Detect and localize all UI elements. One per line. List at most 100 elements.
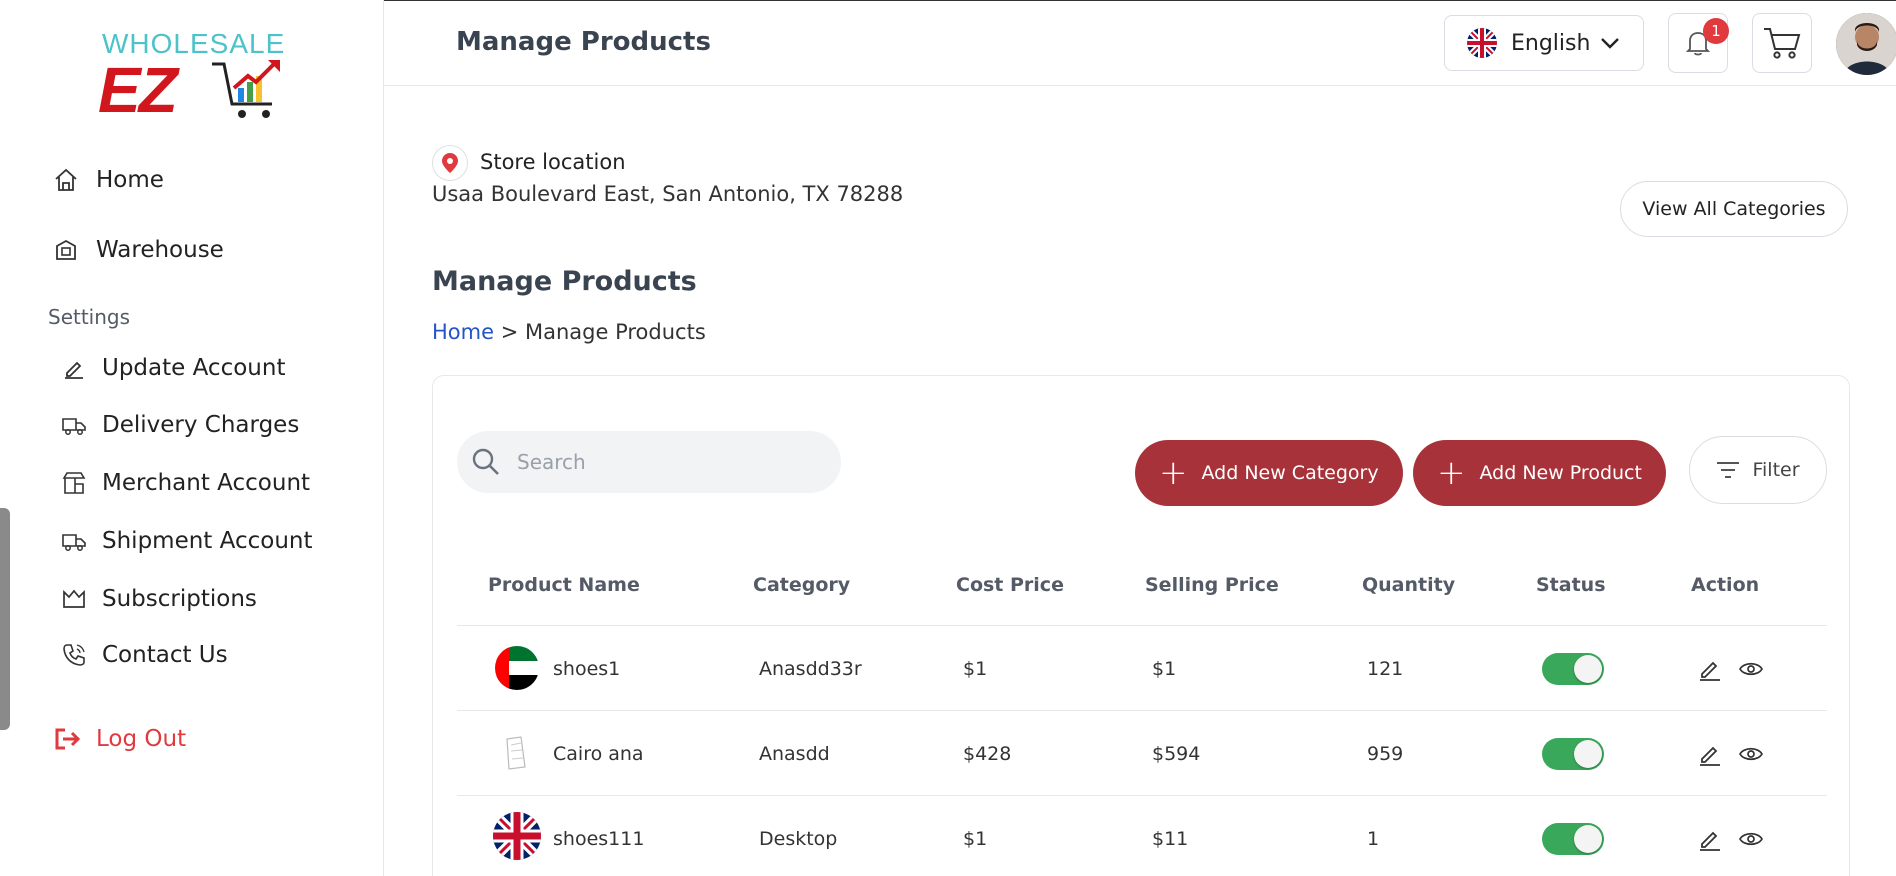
sidebar-item-label: Warehouse bbox=[96, 237, 224, 263]
notification-count-badge: 1 bbox=[1703, 18, 1729, 44]
cell-quantity: 121 bbox=[1367, 658, 1404, 680]
search-box[interactable] bbox=[457, 431, 841, 493]
product-image-uk-flag bbox=[493, 812, 541, 860]
column-header-quantity: Quantity bbox=[1362, 574, 1456, 596]
cell-category: Anasdd bbox=[759, 743, 830, 765]
breadcrumb-current: Manage Products bbox=[525, 320, 706, 344]
filter-button[interactable]: Filter bbox=[1689, 436, 1827, 504]
cart-button[interactable] bbox=[1752, 13, 1812, 73]
column-header-category: Category bbox=[753, 574, 851, 596]
cell-selling-price: $594 bbox=[1152, 743, 1201, 765]
sidebar-item-label: Contact Us bbox=[102, 642, 228, 668]
brand-logo[interactable]: WHOLESALE EZ bbox=[98, 28, 284, 124]
products-card: + Add New Category + Add New Product Fil… bbox=[432, 375, 1850, 876]
product-image-sketch bbox=[495, 731, 539, 775]
crown-icon bbox=[60, 585, 88, 613]
column-header-selling-price: Selling Price bbox=[1145, 574, 1279, 596]
logout-label: Log Out bbox=[96, 726, 187, 752]
sidebar-item-merchant-account[interactable]: Merchant Account bbox=[60, 463, 310, 503]
edit-icon[interactable] bbox=[1697, 656, 1723, 682]
view-eye-icon[interactable] bbox=[1739, 830, 1763, 848]
truck-icon bbox=[60, 527, 88, 555]
language-selector[interactable]: English bbox=[1444, 15, 1644, 71]
sidebar-item-home[interactable]: Home bbox=[52, 160, 164, 200]
header-title: Manage Products bbox=[456, 27, 711, 57]
filter-icon bbox=[1717, 462, 1740, 478]
user-avatar[interactable] bbox=[1836, 13, 1896, 75]
view-eye-icon[interactable] bbox=[1739, 745, 1763, 763]
warehouse-icon bbox=[52, 236, 80, 264]
add-new-product-label: Add New Product bbox=[1479, 462, 1642, 484]
cell-quantity: 959 bbox=[1367, 743, 1404, 765]
phone-icon bbox=[60, 641, 88, 669]
language-label: English bbox=[1511, 30, 1591, 56]
cell-quantity: 1 bbox=[1367, 828, 1380, 850]
avatar-image bbox=[1836, 13, 1896, 75]
cell-cost-price: $1 bbox=[963, 658, 988, 680]
notifications-button[interactable]: 1 bbox=[1668, 13, 1729, 73]
column-header-status: Status bbox=[1536, 574, 1606, 596]
column-header-action: Action bbox=[1691, 574, 1760, 596]
cell-selling-price: $11 bbox=[1152, 828, 1189, 850]
status-toggle[interactable] bbox=[1542, 823, 1604, 855]
store-icon bbox=[60, 469, 88, 497]
sidebar: WHOLESALE EZ Home Warehouse Settings Upd… bbox=[0, 0, 384, 876]
home-icon bbox=[52, 166, 80, 194]
column-header-product-name: Product Name bbox=[488, 574, 640, 596]
product-image-uae-flag bbox=[495, 646, 539, 690]
sidebar-item-update-account[interactable]: Update Account bbox=[60, 348, 285, 388]
breadcrumb: Home > Manage Products bbox=[432, 320, 706, 344]
search-icon bbox=[472, 448, 499, 475]
row-divider bbox=[457, 795, 1827, 796]
view-all-categories-button[interactable]: View All Categories bbox=[1620, 181, 1848, 237]
cell-cost-price: $428 bbox=[963, 743, 1012, 765]
chevron-down-icon bbox=[1599, 32, 1621, 60]
status-toggle[interactable] bbox=[1542, 738, 1604, 770]
sidebar-item-label: Delivery Charges bbox=[102, 412, 300, 438]
settings-section-label: Settings bbox=[48, 305, 131, 329]
sidebar-item-label: Update Account bbox=[102, 355, 286, 381]
view-eye-icon[interactable] bbox=[1739, 660, 1763, 678]
truck-icon bbox=[60, 411, 88, 439]
sidebar-item-label: Home bbox=[96, 167, 164, 193]
plus-icon: + bbox=[1437, 453, 1466, 493]
store-address: Usaa Boulevard East, San Antonio, TX 782… bbox=[432, 182, 904, 206]
logo-mark: EZ bbox=[98, 54, 178, 126]
logout-button[interactable]: Log Out bbox=[52, 724, 186, 754]
search-input[interactable] bbox=[517, 450, 817, 474]
breadcrumb-separator: > bbox=[500, 320, 519, 344]
uk-flag-icon bbox=[1467, 28, 1497, 58]
cell-selling-price: $1 bbox=[1152, 658, 1177, 680]
cart-chart-logo-icon bbox=[212, 60, 280, 118]
breadcrumb-home-link[interactable]: Home bbox=[432, 320, 494, 344]
cell-category: Anasdd33r bbox=[759, 658, 862, 680]
sidebar-item-subscriptions[interactable]: Subscriptions bbox=[60, 579, 257, 619]
sidebar-item-delivery-charges[interactable]: Delivery Charges bbox=[60, 405, 299, 445]
top-header: Manage Products English 1 bbox=[384, 0, 1896, 86]
plus-icon: + bbox=[1159, 453, 1188, 493]
sidebar-scrollbar[interactable] bbox=[0, 508, 10, 730]
cart-icon bbox=[1764, 28, 1801, 59]
logout-icon bbox=[52, 724, 82, 754]
edit-icon[interactable] bbox=[1697, 826, 1723, 852]
column-header-cost-price: Cost Price bbox=[956, 574, 1064, 596]
filter-label: Filter bbox=[1752, 459, 1800, 481]
sidebar-item-warehouse[interactable]: Warehouse bbox=[52, 230, 224, 270]
row-divider bbox=[457, 710, 1827, 711]
sidebar-item-label: Merchant Account bbox=[102, 470, 311, 496]
store-location-label: Store location bbox=[480, 150, 626, 174]
status-toggle[interactable] bbox=[1542, 653, 1604, 685]
cell-product-name: Cairo ana bbox=[553, 743, 644, 765]
edit-icon[interactable] bbox=[1697, 741, 1723, 767]
sidebar-item-label: Shipment Account bbox=[102, 528, 313, 554]
sidebar-item-contact-us[interactable]: Contact Us bbox=[60, 635, 228, 675]
pencil-icon bbox=[60, 354, 88, 382]
add-new-category-button[interactable]: + Add New Category bbox=[1135, 440, 1403, 506]
location-pin-icon bbox=[432, 145, 468, 181]
table-header-divider bbox=[457, 625, 1827, 626]
sidebar-item-label: Subscriptions bbox=[102, 586, 257, 612]
cell-product-name: shoes1 bbox=[553, 658, 621, 680]
sidebar-item-shipment-account[interactable]: Shipment Account bbox=[60, 521, 313, 561]
add-new-product-button[interactable]: + Add New Product bbox=[1413, 440, 1666, 506]
cell-cost-price: $1 bbox=[963, 828, 988, 850]
